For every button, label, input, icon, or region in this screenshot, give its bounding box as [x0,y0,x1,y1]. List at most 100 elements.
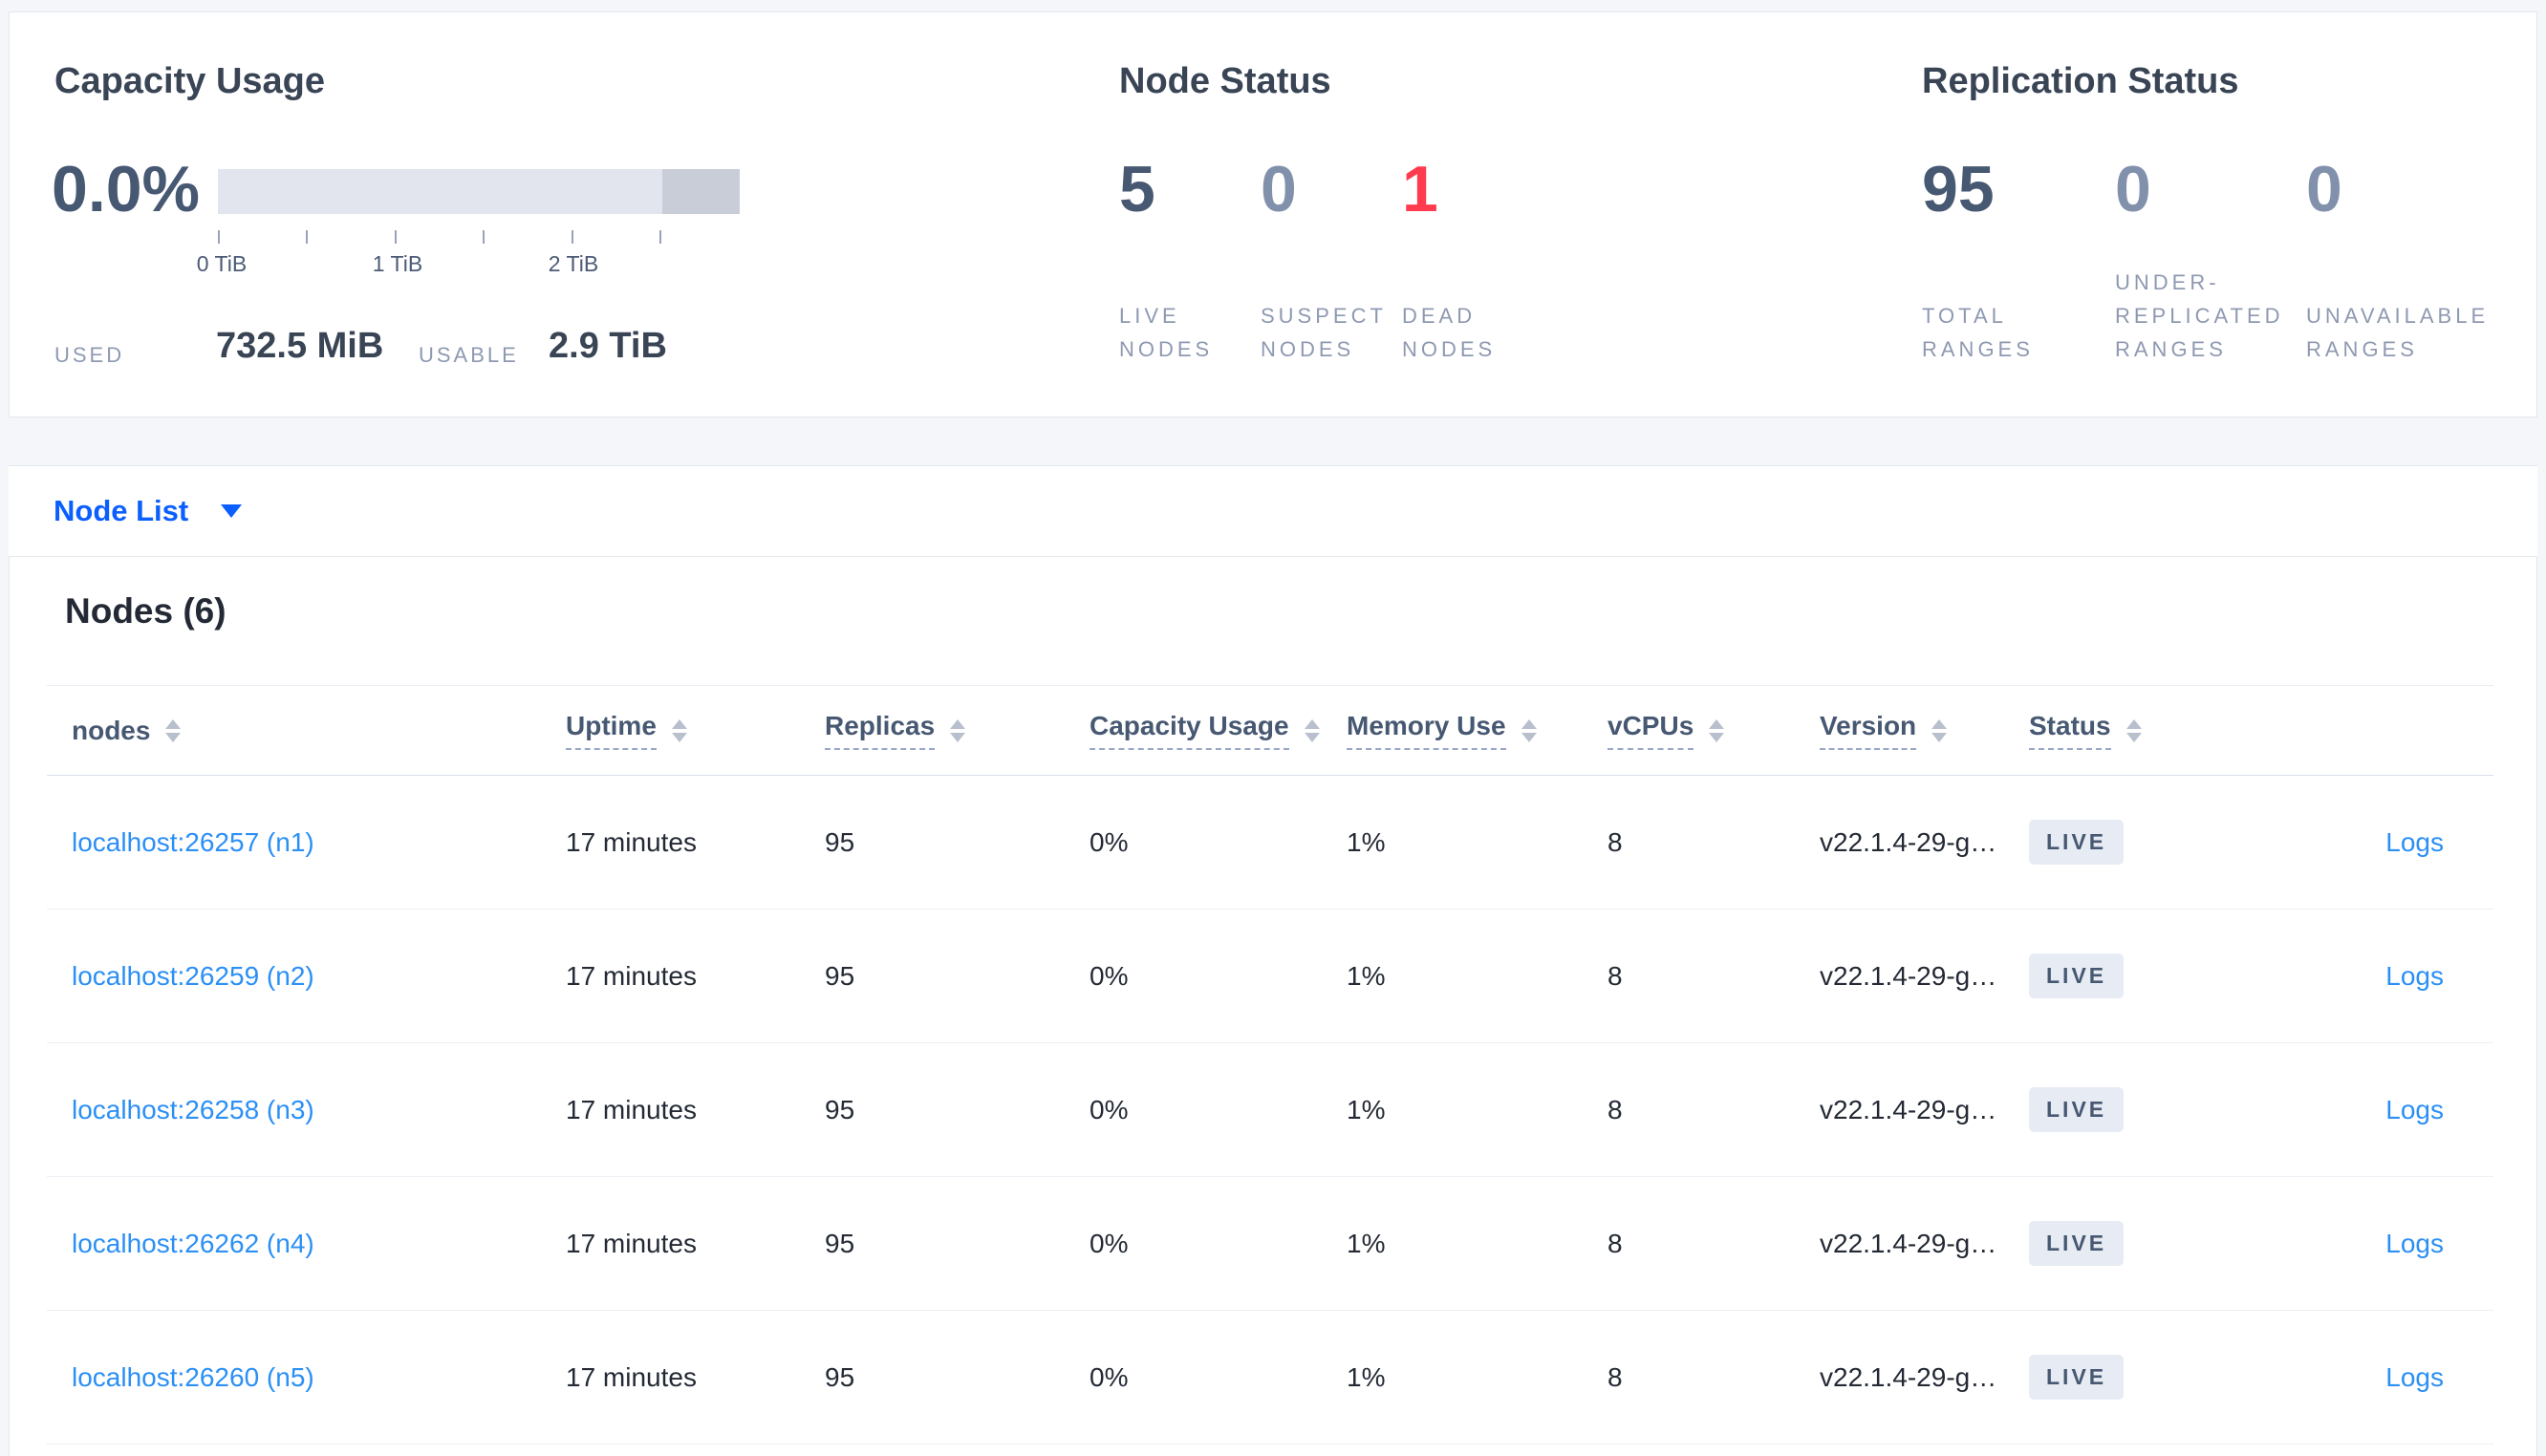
column-header-status[interactable]: Status [2029,711,2268,750]
status-badge: LIVE [2029,820,2125,865]
sort-icon[interactable] [1931,718,1948,742]
node-status-title: Node Status [1119,61,1331,101]
memory-cell: 1% [1347,1228,1386,1258]
version-cell: v22.1.4-29-g… [1820,960,1997,991]
vcpus-cell: 8 [1607,1228,1623,1258]
column-header-capacity-usage[interactable]: Capacity Usage [1090,711,1347,750]
logs-link[interactable]: Logs [2385,961,2444,991]
sort-icon[interactable] [165,718,182,742]
status-badge: LIVE [2029,1087,2125,1132]
logs-link[interactable]: Logs [2385,1095,2444,1124]
capacity-usage-title: Capacity Usage [54,61,326,101]
capacity-axis-tick [659,230,661,244]
capacity-axis-tick [306,230,308,244]
sort-icon[interactable] [1709,718,1725,742]
logs-link[interactable]: Logs [2385,827,2444,857]
nodes-heading: Nodes (6) [65,591,227,631]
column-header-label: vCPUs [1607,711,1694,750]
status-badge: LIVE [2029,1221,2125,1266]
replicas-cell: 95 [825,960,855,991]
replicas-cell: 95 [825,1228,855,1258]
table-row: localhost:26260 (n5) 17 minutes 95 0% 1%… [47,1311,2493,1445]
column-header-label: Memory Use [1347,711,1506,750]
vcpus-cell: 8 [1607,1094,1623,1124]
version-cell: v22.1.4-29-g… [1820,1361,1997,1392]
vcpus-cell: 8 [1607,960,1623,991]
status-badge: LIVE [2029,953,2125,998]
usable-value: 2.9 TiB [549,326,667,366]
capacity-axis-label: 1 TiB [372,251,423,276]
version-cell: v22.1.4-29-g… [1820,826,1997,857]
uptime-cell: 17 minutes [566,1361,697,1392]
view-mode-label: Node List [54,494,189,527]
used-label: USED [54,343,125,367]
column-header-replicas[interactable]: Replicas [825,711,1090,750]
sort-icon[interactable] [1304,718,1320,742]
under-replicated-ranges-label: UNDER- REPLICATED RANGES [2115,270,2284,361]
status-badge: LIVE [2029,1355,2125,1400]
capacity-cell: 0% [1090,1094,1129,1124]
total-ranges-label: TOTAL RANGES [1922,304,2034,361]
table-row: localhost:26258 (n3) 17 minutes 95 0% 1%… [47,1043,2493,1177]
dead-nodes-count: 1 [1402,153,1438,225]
version-cell: v22.1.4-29-g… [1820,1094,1997,1124]
node-link[interactable]: localhost:26259 (n2) [72,961,314,991]
capacity-cell: 0% [1090,1361,1129,1392]
live-nodes-label: LIVE NODES [1119,304,1214,361]
capacity-axis-label: 2 TiB [548,251,599,276]
column-header-version[interactable]: Version [1820,711,2029,750]
sort-icon[interactable] [1521,718,1537,742]
node-link[interactable]: localhost:26258 (n3) [72,1095,314,1124]
cluster-summary-panel: Capacity Usage 0.0% 0 TiB 1 TiB 2 TiB US… [9,11,2537,418]
replicas-cell: 95 [825,1361,855,1392]
column-header-label: Replicas [825,711,936,750]
uptime-cell: 17 minutes [566,1228,697,1258]
caret-down-icon [221,504,243,518]
live-nodes-count: 5 [1119,153,1155,225]
suspect-nodes-count: 0 [1261,153,1297,225]
column-header-uptime[interactable]: Uptime [566,711,825,750]
capacity-axis-label: 0 TiB [196,251,248,276]
table-row: localhost:26257 (n1) 17 minutes 95 0% 1%… [47,776,2493,910]
sort-icon[interactable] [950,718,966,742]
sort-icon[interactable] [671,718,687,742]
table-row: localhost:26262 (n4) 17 minutes 95 0% 1%… [47,1177,2493,1311]
column-header-vcpus[interactable]: vCPUs [1607,711,1820,750]
suspect-nodes-label: SUSPECT NODES [1261,304,1387,361]
logs-link[interactable]: Logs [2385,1229,2444,1258]
node-link[interactable]: localhost:26260 (n5) [72,1362,314,1392]
uptime-cell: 17 minutes [566,826,697,857]
used-value: 732.5 MiB [216,326,384,366]
logs-link[interactable]: Logs [2385,1362,2444,1392]
sort-icon[interactable] [2125,718,2142,742]
view-mode-dropdown[interactable]: Node List [54,494,243,528]
column-header-label: Status [2029,711,2111,750]
capacity-axis-tick [395,230,397,244]
memory-cell: 1% [1347,1361,1386,1392]
vcpus-cell: 8 [1607,1361,1623,1392]
memory-cell: 1% [1347,1094,1386,1124]
memory-cell: 1% [1347,960,1386,991]
node-link[interactable]: localhost:26262 (n4) [72,1229,314,1258]
replicas-cell: 95 [825,826,855,857]
node-link[interactable]: localhost:26257 (n1) [72,827,314,857]
nodes-panel: Nodes (6) nodes Uptime Replicas Capacity… [9,557,2537,1456]
column-header-label: Capacity Usage [1090,711,1289,750]
vcpus-cell: 8 [1607,826,1623,857]
unavailable-ranges-count: 0 [2306,153,2342,225]
column-header-label: Version [1820,711,1917,750]
capacity-cell: 0% [1090,960,1129,991]
version-cell: v22.1.4-29-g… [1820,1228,1997,1258]
dead-nodes-label: DEAD NODES [1402,304,1497,361]
capacity-axis-tick [218,230,220,244]
column-header-nodes[interactable]: nodes [47,716,566,746]
column-header-memory-use[interactable]: Memory Use [1347,711,1607,750]
table-row: localhost:26259 (n2) 17 minutes 95 0% 1%… [47,910,2493,1043]
capacity-axis-tick [572,230,573,244]
uptime-cell: 17 minutes [566,1094,697,1124]
replicas-cell: 95 [825,1094,855,1124]
total-ranges-count: 95 [1922,153,1995,225]
capacity-cell: 0% [1090,1228,1129,1258]
capacity-axis-tick [483,230,485,244]
uptime-cell: 17 minutes [566,960,697,991]
